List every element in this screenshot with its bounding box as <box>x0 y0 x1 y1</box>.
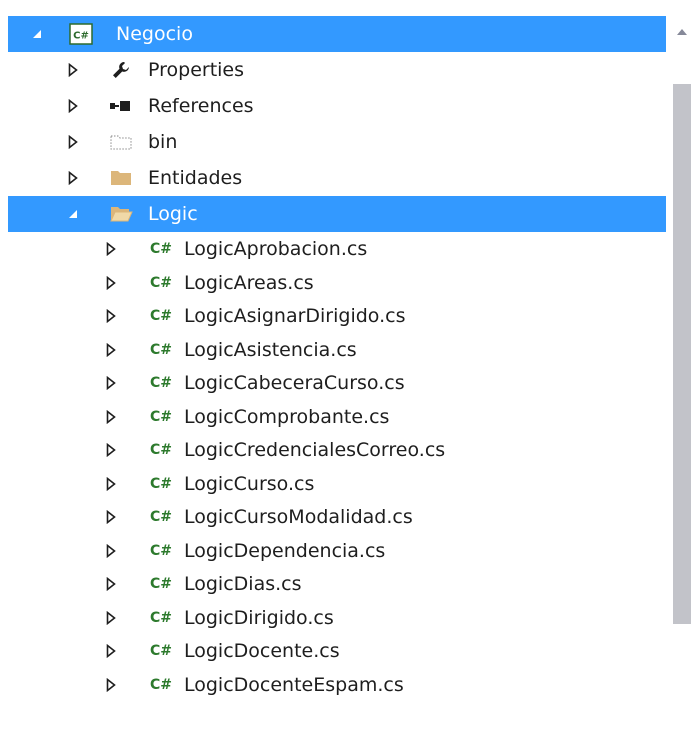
file-node[interactable]: C# LogicCursoModalidad.cs <box>8 500 666 534</box>
csharp-file-icon-text: C# <box>149 408 172 425</box>
expand-arrow-icon[interactable] <box>66 170 80 186</box>
csharp-file-icon: C# <box>146 573 176 595</box>
expand-arrow-icon[interactable] <box>104 677 118 693</box>
csharp-file-icon-text: C# <box>149 375 172 391</box>
expand-arrow-icon[interactable] <box>104 442 118 458</box>
csharp-file-icon-text: C# <box>149 274 172 291</box>
file-node[interactable]: C# LogicDias.cs <box>8 567 666 601</box>
expand-arrow-icon[interactable] <box>104 576 118 592</box>
svg-text:C#: C# <box>73 31 89 42</box>
file-node[interactable]: C# LogicDirigido.cs <box>8 601 666 635</box>
csharp-file-icon-text: C# <box>149 475 172 492</box>
csharp-file-icon-text: C# <box>149 341 172 358</box>
tree-node-bin[interactable]: bin <box>8 124 666 160</box>
file-label: LogicCurso.cs <box>184 472 315 495</box>
csharp-file-icon-text: C# <box>149 643 172 659</box>
expand-arrow-icon[interactable] <box>104 308 118 324</box>
csharp-file-icon: C# <box>146 607 176 629</box>
file-node[interactable]: C# LogicComprobante.cs <box>8 400 666 434</box>
expand-arrow-icon[interactable] <box>66 62 80 78</box>
file-node[interactable]: C# LogicAprobacion.cs <box>8 232 666 266</box>
csharp-file-icon-text: C# <box>149 609 172 626</box>
tree-node-label: Logic <box>148 203 198 225</box>
expand-arrow-icon[interactable] <box>104 509 118 525</box>
expand-arrow-icon[interactable] <box>66 98 80 114</box>
file-label: LogicCursoModalidad.cs <box>184 506 413 528</box>
file-label: LogicDependencia.cs <box>184 539 386 562</box>
file-node[interactable]: C# LogicCurso.cs <box>8 467 666 501</box>
file-label: LogicAreas.cs <box>184 271 314 294</box>
file-node[interactable]: C# LogicDocente.cs <box>8 634 666 668</box>
file-node[interactable]: C# LogicCredencialesCorreo.cs <box>8 433 666 467</box>
expand-arrow-icon[interactable] <box>104 610 118 626</box>
csharp-file-icon: C# <box>146 473 176 495</box>
csharp-file-icon: C# <box>146 406 176 428</box>
csharp-file-icon: C# <box>146 272 176 294</box>
csharp-file-icon: C# <box>146 640 176 662</box>
open-folder-icon <box>108 203 134 225</box>
file-label: LogicDias.cs <box>184 573 302 595</box>
tree-node-label: References <box>148 95 254 117</box>
expand-arrow-icon[interactable] <box>104 476 118 492</box>
csharp-file-icon: C# <box>146 238 176 260</box>
csharp-file-icon: C# <box>146 305 176 327</box>
file-label: LogicCabeceraCurso.cs <box>184 372 405 394</box>
csharp-project-icon: C# <box>68 23 94 45</box>
csharp-file-icon-text: C# <box>149 542 172 559</box>
dotted-folder-icon <box>108 131 134 153</box>
csharp-file-icon-text: C# <box>149 308 172 324</box>
expand-arrow-icon[interactable] <box>104 543 118 559</box>
expand-arrow-icon[interactable] <box>104 643 118 659</box>
file-label: LogicCredencialesCorreo.cs <box>184 439 446 461</box>
file-label: LogicAsistencia.cs <box>184 338 357 361</box>
file-node[interactable]: C# LogicDependencia.cs <box>8 534 666 568</box>
csharp-file-icon: C# <box>146 540 176 562</box>
tree-node-references[interactable]: References <box>8 88 666 124</box>
csharp-file-icon-text: C# <box>149 676 172 693</box>
tree-node-label: Entidades <box>148 167 243 189</box>
file-label: LogicAprobacion.cs <box>184 238 368 260</box>
csharp-file-icon-text: C# <box>149 241 172 257</box>
expand-arrow-icon[interactable] <box>66 134 80 150</box>
solution-explorer-tree: C# Negocio Properties References bin Ent… <box>0 0 691 731</box>
file-node[interactable]: C# LogicAsignarDirigido.cs <box>8 299 666 333</box>
expand-arrow-icon[interactable] <box>104 241 118 257</box>
tree-node-label: bin <box>148 131 178 153</box>
file-label: LogicDocente.cs <box>184 640 340 662</box>
project-label: Negocio <box>116 23 193 45</box>
csharp-file-icon-text: C# <box>149 509 172 525</box>
file-label: LogicDocenteEspam.cs <box>184 673 404 696</box>
file-label: LogicAsignarDirigido.cs <box>184 305 406 327</box>
csharp-file-icon-text: C# <box>149 442 172 458</box>
expand-arrow-icon[interactable] <box>104 275 118 291</box>
collapse-arrow-icon[interactable] <box>66 206 80 222</box>
tree-node-properties[interactable]: Properties <box>8 52 666 88</box>
expand-arrow-icon[interactable] <box>104 375 118 391</box>
csharp-file-icon: C# <box>146 506 176 528</box>
expand-arrow-icon[interactable] <box>104 342 118 358</box>
tree-node-label: Properties <box>148 59 245 81</box>
csharp-file-icon: C# <box>146 339 176 361</box>
wrench-icon <box>108 59 134 81</box>
project-node-negocio[interactable]: C# Negocio <box>8 16 666 52</box>
file-node[interactable]: C# LogicAsistencia.cs <box>8 333 666 367</box>
file-label: LogicDirigido.cs <box>184 606 334 629</box>
scrollbar-thumb[interactable] <box>673 84 691 624</box>
collapse-arrow-icon[interactable] <box>30 26 44 42</box>
tree-node-logic[interactable]: Logic <box>8 196 666 232</box>
scroll-up-arrow-icon[interactable] <box>675 26 689 38</box>
file-node[interactable]: C# LogicAreas.cs <box>8 266 666 300</box>
csharp-file-icon: C# <box>146 674 176 696</box>
file-node[interactable]: C# LogicCabeceraCurso.cs <box>8 366 666 400</box>
csharp-file-icon: C# <box>146 372 176 394</box>
expand-arrow-icon[interactable] <box>104 409 118 425</box>
references-icon <box>108 95 134 117</box>
file-label: LogicComprobante.cs <box>184 405 390 428</box>
folder-icon <box>108 167 134 189</box>
file-node[interactable]: C# LogicDocenteEspam.cs <box>8 668 666 702</box>
tree-node-entidades[interactable]: Entidades <box>8 160 666 196</box>
csharp-file-icon: C# <box>146 439 176 461</box>
csharp-file-icon-text: C# <box>149 576 172 592</box>
